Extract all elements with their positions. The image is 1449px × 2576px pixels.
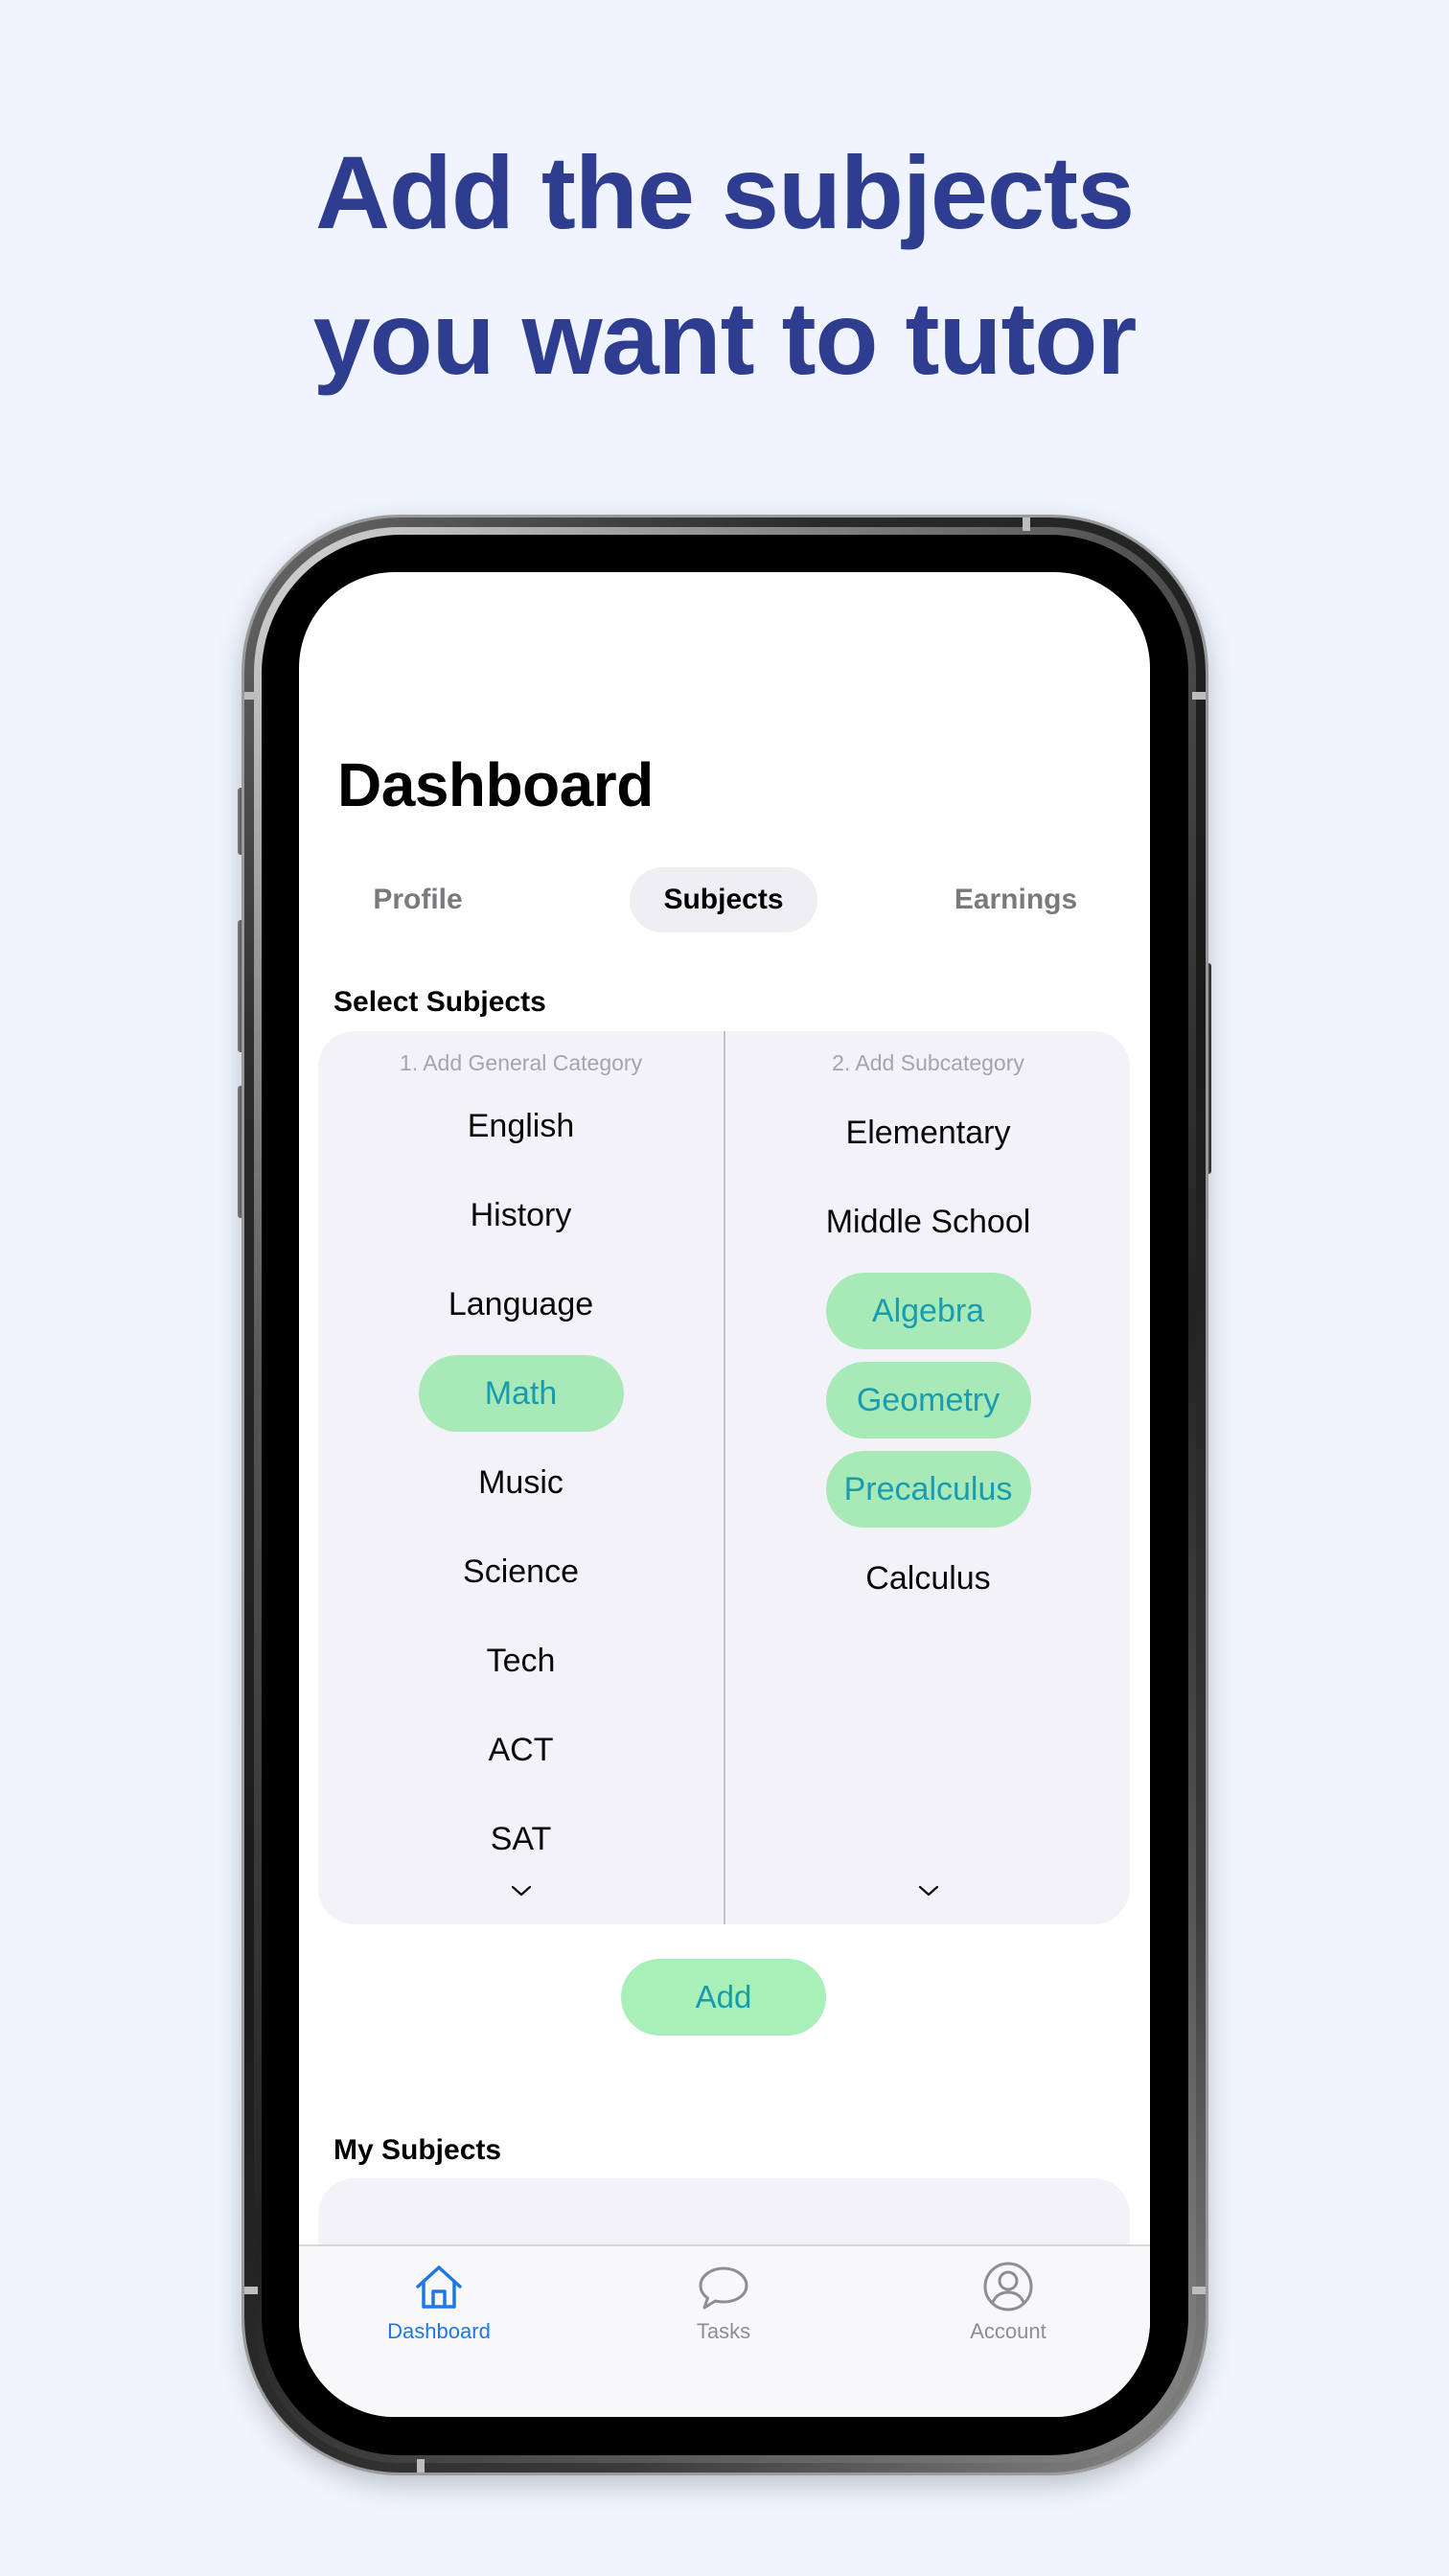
category-option[interactable]: SAT [318, 1801, 724, 1877]
category-option-label: Language [448, 1286, 594, 1322]
subcategory-header: 2. Add Subcategory [832, 1050, 1024, 1075]
category-option[interactable]: Tech [318, 1622, 724, 1699]
tab-subjects[interactable]: Subjects [630, 867, 817, 932]
antenna-band [417, 2459, 425, 2472]
headline-line-2: you want to tutor [312, 280, 1138, 396]
chat-bubble-icon [699, 2266, 748, 2310]
category-option[interactable]: Science [318, 1533, 724, 1610]
category-option-selected[interactable]: Math [318, 1355, 724, 1432]
category-option[interactable]: History [318, 1177, 724, 1254]
subcategory-option-selected[interactable]: Algebra [725, 1273, 1130, 1349]
antenna-band [244, 2287, 258, 2294]
tabbar-label: Tasks [696, 2319, 751, 2343]
marketing-headline: Add the subjects you want to tutor [0, 120, 1449, 411]
tabbar-dashboard[interactable]: Dashboard [343, 2260, 535, 2344]
category-option-label: Tech [486, 1643, 556, 1679]
category-option[interactable]: English [318, 1088, 724, 1164]
chevron-down-icon[interactable] [509, 1882, 534, 1899]
category-option[interactable]: Language [318, 1266, 724, 1343]
category-option-label: ACT [488, 1732, 554, 1768]
subject-picker: 1. Add General Category English History … [318, 1031, 1130, 1924]
bottom-tab-bar: Dashboard Tasks Account [299, 2244, 1150, 2417]
subcategory-option-label: Calculus [865, 1560, 991, 1597]
app-store-screenshot: Add the subjects you want to tutor Dashb… [0, 0, 1449, 2576]
subcategory-option[interactable]: Elementary [725, 1094, 1130, 1171]
headline-line-1: Add the subjects [314, 134, 1135, 250]
selected-pill: Geometry [825, 1362, 1031, 1438]
selected-pill: Algebra [825, 1273, 1031, 1349]
subcategory-option-selected[interactable]: Precalculus [725, 1451, 1130, 1528]
subcategory-option-selected[interactable]: Geometry [725, 1362, 1130, 1438]
tabbar-account[interactable]: Account [912, 2260, 1104, 2344]
selected-pill: Math [418, 1355, 624, 1432]
category-option-label: English [467, 1108, 575, 1144]
category-option-label: Music [478, 1464, 564, 1501]
subcategory-option[interactable]: Calculus [725, 1540, 1130, 1617]
selected-pill: Precalculus [825, 1451, 1031, 1528]
chevron-down-icon[interactable] [916, 1882, 941, 1899]
person-circle-icon [983, 2262, 1033, 2312]
category-option-label: Science [463, 1553, 579, 1590]
subcategory-option-label: Middle School [825, 1204, 1031, 1240]
subcategory-option-label: Elementary [845, 1115, 1011, 1151]
antenna-band [1192, 2287, 1206, 2294]
tab-profile[interactable]: Profile [337, 867, 498, 932]
my-subjects-heading: My Subjects [334, 2134, 502, 2166]
home-icon [416, 2266, 462, 2309]
antenna-band [244, 692, 258, 700]
antenna-band [1192, 692, 1206, 700]
page-title: Dashboard [337, 750, 654, 819]
add-subject-button[interactable]: Add [621, 1959, 826, 2036]
category-option-label: SAT [490, 1821, 552, 1857]
antenna-band [1023, 518, 1030, 531]
subcategory-option[interactable]: Middle School [725, 1184, 1130, 1260]
category-option[interactable]: Music [318, 1444, 724, 1521]
category-option-label: History [470, 1197, 572, 1233]
select-subjects-heading: Select Subjects [334, 986, 546, 1018]
subcategory-column[interactable]: 2. Add Subcategory Elementary Middle Sch… [725, 1031, 1130, 1924]
tab-earnings[interactable]: Earnings [935, 867, 1096, 932]
tabbar-label: Dashboard [387, 2319, 491, 2343]
tabbar-label: Account [970, 2319, 1046, 2343]
category-option[interactable]: ACT [318, 1712, 724, 1788]
general-category-column[interactable]: 1. Add General Category English History … [318, 1031, 724, 1924]
tabbar-tasks[interactable]: Tasks [628, 2260, 819, 2344]
general-category-header: 1. Add General Category [399, 1050, 643, 1075]
phone-screen: Dashboard Profile Subjects Earnings Sele… [299, 572, 1150, 2417]
